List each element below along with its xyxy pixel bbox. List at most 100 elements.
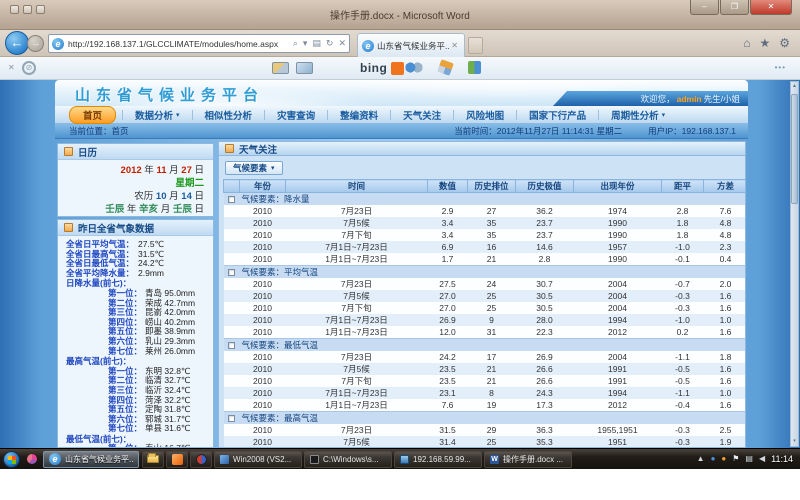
tab-close-icon[interactable]: ✕ [449,41,460,50]
scrollbar-thumb[interactable] [791,94,798,204]
pinned-app-icon[interactable] [27,454,37,464]
maximize-button[interactable]: ❐ [720,0,749,15]
nav-item-4[interactable]: 灾害查询 [267,107,325,123]
search-icon[interactable]: ⌕ [293,38,298,49]
group-checkbox[interactable] [228,342,235,349]
calendar-text: 月 [167,191,182,202]
table-cell: 2.9 [428,205,468,217]
new-tab-button[interactable] [468,37,483,54]
share-icon[interactable] [405,61,423,74]
nav-item-1[interactable]: 首页 [69,106,116,124]
taskbar-clock[interactable]: 11:14 [771,454,793,464]
table-cell: 7月23日 [286,424,428,436]
background-window-title: 操作手册.docx - Microsoft Word [330,7,470,22]
table-cell: 7月5候 [286,363,428,375]
group-checkbox[interactable] [228,415,235,422]
table-cell: 30.5 [516,302,574,314]
sparkle-icon[interactable] [437,59,454,76]
current-time: 当前时间：2012年11月27日 11:14:31 星期二 [454,125,622,137]
volume-icon[interactable]: ◀ [759,454,765,464]
forward-button[interactable]: → [27,35,44,52]
chevron-down-icon: ▾ [176,111,180,119]
url-text[interactable]: http://192.168.137.1/GLCCLIMATE/modules/… [68,39,293,49]
taskbar-window-button-1[interactable]: Win2008 (VS2... [214,451,302,468]
red-blue-app-taskbar-button[interactable] [190,451,212,468]
toolbar-close-icon[interactable]: ✕ [8,63,15,72]
group-checkbox[interactable] [228,269,235,276]
bing-app-icon[interactable] [391,62,404,75]
taskbar-window-button-3[interactable]: 192.168.59.99... [394,451,482,468]
element-group-label: 气候要素：平均气温 [240,266,747,279]
climate-element-button[interactable]: 气候要素 ▾ [225,161,283,175]
table-cell: 1955,1951 [574,424,662,436]
weather-table: 年份时间数值历史排位历史极值出现年份距平方差气候要素：降水量20107月23日2… [223,179,746,448]
message-icon[interactable] [296,62,313,74]
refresh-icon[interactable]: ↻ [326,38,334,49]
nav-item-6[interactable]: 天气关注 [393,107,451,123]
table-cell: 3.4 [428,229,468,241]
table-cell: -0.5 [662,363,704,375]
nav-separator [390,110,391,120]
user-ip: 用户IP：192.168.137.1 [648,125,736,137]
scroll-down-arrow[interactable]: ▾ [791,437,798,446]
taskbar-window-button-4[interactable]: W操作手册.docx ... [484,451,572,468]
table-cell: 2.8 [662,205,704,217]
folder-icon [147,455,159,463]
address-bar[interactable]: e http://192.168.137.1/GLCCLIMATE/module… [48,34,350,53]
nav-item-3[interactable]: 相似性分析 [195,107,263,123]
taskbar-window-button-2[interactable]: C:\Windows\s... [304,451,392,468]
row-checkbox-cell [224,302,240,314]
explorer-taskbar-button[interactable] [142,451,164,468]
minimize-button[interactable]: – [690,0,719,15]
close-button[interactable]: ✕ [750,0,792,15]
stop-icon[interactable]: ✕ [338,38,346,49]
blocked-content-icon[interactable]: ⊘ [22,61,36,75]
word-icon: W [490,455,499,464]
nav-separator [598,110,599,120]
taskbar: e 山东省气候业务平... Win2008 (VS2...C:\Windows\… [0,448,800,469]
compatibility-view-icon[interactable]: ▤ [312,38,321,49]
network-icon[interactable]: ▤ [745,454,753,464]
home-icon[interactable]: ⌂ [743,36,750,50]
row-checkbox-cell [224,424,240,436]
calendar-text: 壬辰 [173,204,192,215]
group-checkbox[interactable] [228,196,235,203]
mail-icon[interactable] [272,62,289,74]
quick-access-toolbar[interactable] [10,5,45,14]
table-cell: 16 [468,241,516,253]
orange-app-taskbar-button[interactable] [166,451,188,468]
table-cell: 1.0 [704,314,747,326]
dropdown-icon[interactable]: ▾ [303,38,308,49]
tools-gear-icon[interactable]: ⚙ [779,36,790,50]
browser-tab[interactable]: e 山东省气候业务平... ✕ [357,33,465,57]
table-cell: 2.0 [704,278,747,290]
addons-puzzle-icon[interactable] [468,61,481,74]
station-value: 单县 31.6℃ [145,424,190,434]
table-cell: 31.5 [428,424,468,436]
show-hidden-icons-button[interactable]: ▲ [697,454,705,464]
start-button[interactable] [3,451,20,468]
favorites-star-icon[interactable]: ★ [759,36,770,50]
nav-item-7[interactable]: 风险地图 [456,107,514,123]
action-center-flag-icon[interactable]: ⚑ [732,454,739,464]
back-button[interactable]: ← [5,31,29,55]
nav-item-9[interactable]: 周期性分析▾ [601,107,675,123]
app-tray-icon[interactable]: ● [721,454,726,464]
ime-indicator-icon[interactable]: ● [711,454,716,464]
nav-item-8[interactable]: 国家下行产品 [519,107,596,123]
taskbar-ie-window-button[interactable]: e 山东省气候业务平... [43,451,139,468]
ie-icon: e [49,453,61,465]
table-cell: 1991 [574,375,662,387]
window-controls: – ❐ ✕ [689,0,792,15]
toolbar-overflow-icon[interactable]: ••• [775,63,786,72]
vertical-scrollbar[interactable]: ▲ ▾ [790,81,799,447]
table-cell: 2010 [240,436,286,448]
nav-item-5[interactable]: 整编资料 [330,107,388,123]
bing-logo[interactable]: bing [360,61,387,75]
table-cell: 1.8 [704,351,747,363]
table-cell: 2010 [240,424,286,436]
nav-item-2[interactable]: 数据分析▾ [125,107,190,123]
table-cell: 35 [468,217,516,229]
webpage: 山东省气候业务平台 欢迎您， admin 先生/小姐 首页数据分析▾相似性分析灾… [0,80,800,448]
scroll-up-arrow[interactable]: ▲ [791,82,798,91]
